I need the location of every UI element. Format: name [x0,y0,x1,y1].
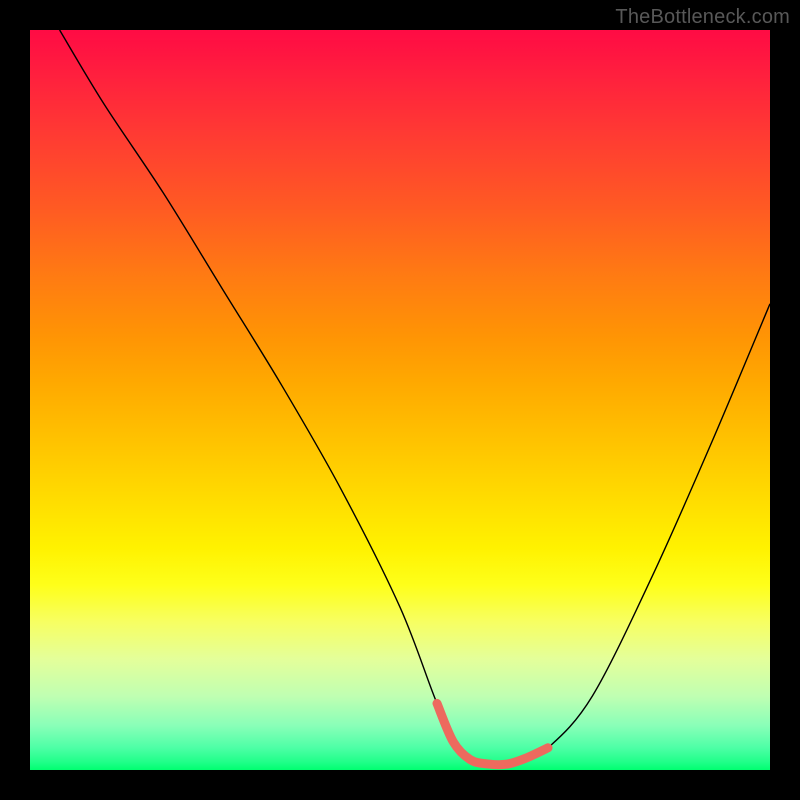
bottleneck-curve [60,30,770,764]
attribution-watermark: TheBottleneck.com [615,6,790,29]
gradient-background [30,30,770,770]
chart-frame: TheBottleneck.com [0,0,800,800]
chart-svg [30,30,770,770]
optimal-range-highlight [437,703,548,764]
